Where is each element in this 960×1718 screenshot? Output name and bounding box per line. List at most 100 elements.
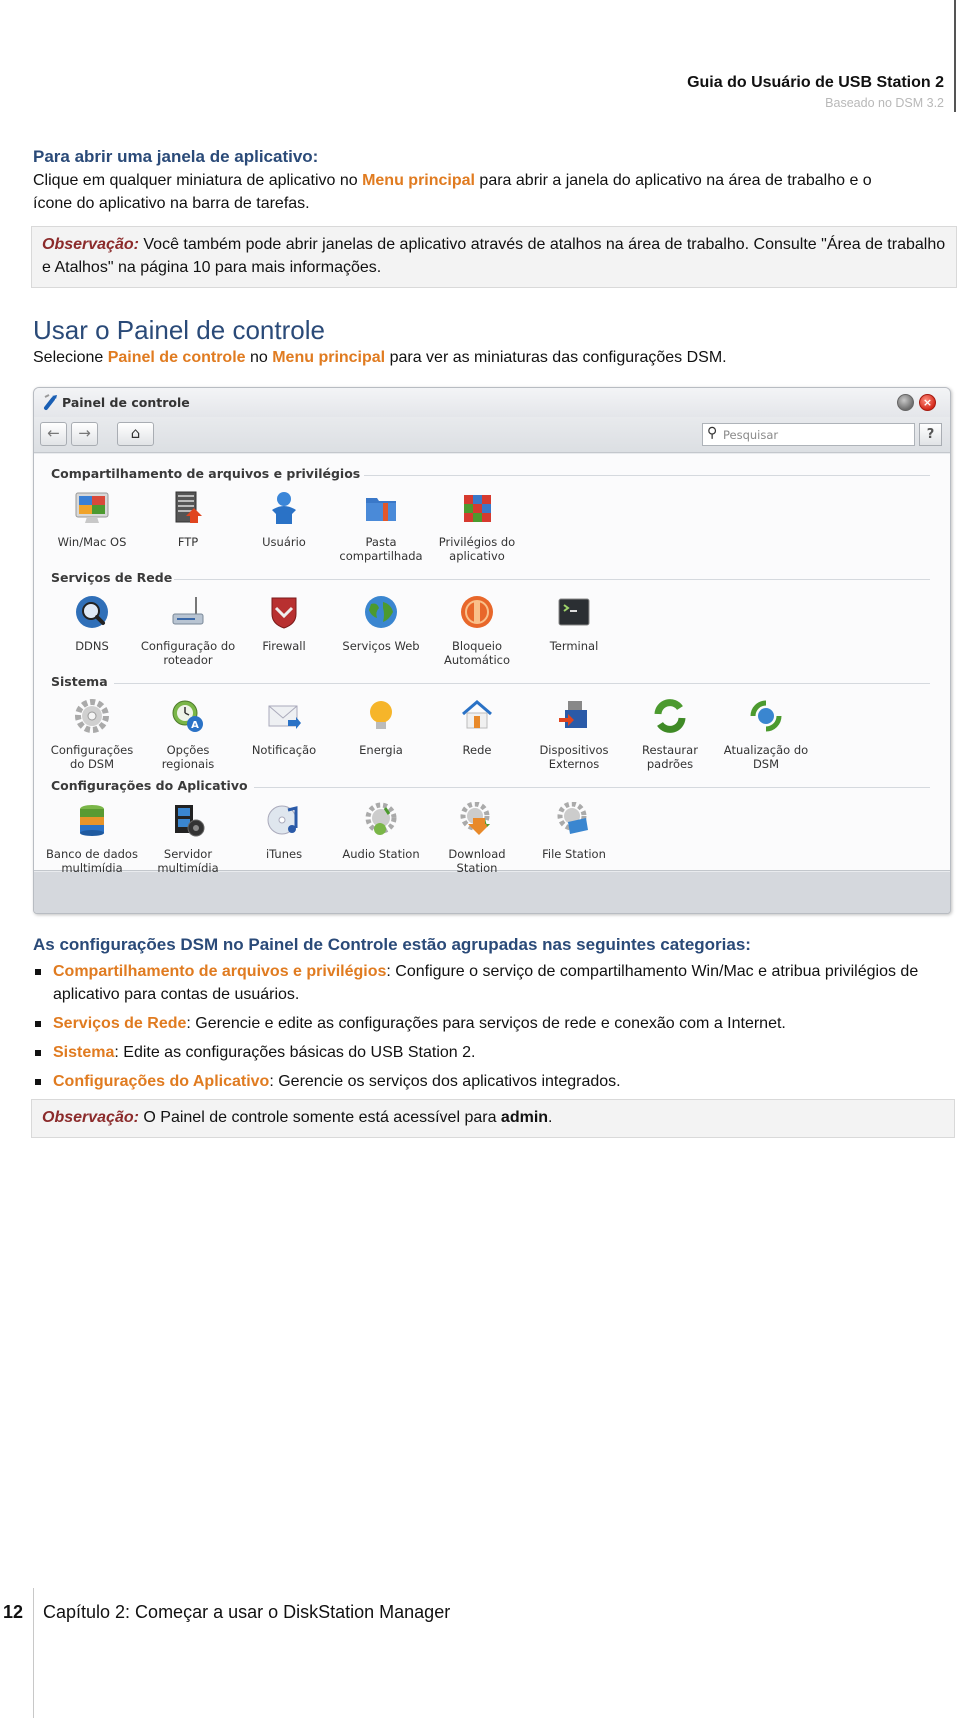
note-box-admin: Observação: O Painel de controle somente… (31, 1099, 955, 1138)
shared-folder-icon (366, 498, 396, 521)
category-title-sistema: Sistema (51, 674, 108, 689)
control-panel-heading: Usar o Painel de controle (33, 315, 325, 345)
terminal-icon (558, 598, 590, 626)
item-notificacao[interactable]: Notificação (234, 698, 334, 757)
item-label: Externos (548, 757, 600, 771)
item-file-station[interactable]: File Station (524, 801, 624, 861)
item-configuracao-do-roteador[interactable]: Configuração do roteador (138, 594, 238, 667)
item-servidor-multimidia[interactable]: Servidor multimídia (138, 802, 238, 875)
search-input[interactable] (723, 424, 911, 445)
item-label: Restaurar (642, 743, 698, 757)
item-label: Terminal (549, 639, 599, 653)
gear-icon (75, 699, 109, 733)
item-configuracoes-do-dsm[interactable]: Configurações do DSM (42, 698, 142, 771)
item-label: aplicativo (449, 549, 505, 563)
arrow-right-icon: → (78, 424, 91, 442)
text: Clique em qualquer miniatura de aplicati… (33, 172, 363, 189)
envelope-icon (268, 705, 301, 729)
item-rede[interactable]: Rede (427, 698, 527, 757)
item-label: Download (448, 847, 506, 861)
list-item: Serviços de Rede: Gerencie e edite as co… (33, 1012, 953, 1035)
forward-button[interactable]: → (71, 422, 98, 446)
database-icon (80, 805, 104, 836)
item-bloqueio-automatico[interactable]: Bloqueio Automático (427, 594, 527, 667)
itunes-icon (267, 805, 298, 835)
search-icon: ⚲ (707, 425, 718, 441)
item-servicos-web[interactable]: Serviços Web (331, 594, 431, 653)
item-label: do DSM (69, 757, 115, 771)
bullet-square-icon (35, 1079, 41, 1085)
highlight-menu-principal: Menu principal (272, 349, 386, 366)
item-label: Serviços Web (342, 639, 420, 653)
back-button[interactable]: ← (40, 422, 67, 446)
media-server-icon (175, 805, 205, 837)
item-label: Configuração do (140, 639, 236, 653)
item-opcoes-regionais[interactable]: A Opções regionais (138, 698, 238, 771)
text: para ver as miniaturas das configurações… (385, 349, 727, 366)
window-titlebar[interactable]: Painel de controle × (34, 388, 950, 417)
item-download-station[interactable]: Download Station (427, 801, 527, 875)
bullet-square-icon (35, 1050, 41, 1056)
note-label: Observação: (42, 1109, 139, 1126)
item-energia[interactable]: Energia (331, 698, 431, 757)
item-label: Energia (359, 743, 403, 757)
item-atualizacao-do-dsm[interactable]: Atualização do DSM (716, 698, 816, 771)
list-item-term: Sistema (53, 1044, 115, 1061)
list-item: Sistema: Edite as configurações básicas … (33, 1041, 953, 1064)
auto-block-icon (461, 596, 493, 628)
item-pasta-compartilhada[interactable]: Pasta compartilhada (331, 490, 431, 563)
item-privilegios-do-aplicativo[interactable]: Privilégios do aplicativo (427, 490, 527, 563)
categories-list: Compartilhamento de arquivos e privilégi… (33, 960, 953, 1093)
bullet-square-icon (35, 1021, 41, 1027)
text: Selecione (33, 349, 108, 366)
restore-arrows-icon (654, 699, 686, 733)
control-panel-logo-icon (44, 394, 57, 410)
categories-section: As configurações DSM no Painel de Contro… (31, 934, 955, 1138)
regional-clock-icon: A (172, 700, 203, 732)
search-field[interactable]: ⚲ (702, 423, 915, 446)
document-subtitle: Baseado no DSM 3.2 (825, 96, 944, 110)
item-restaurar-padroes[interactable]: Restaurar padrões (620, 698, 720, 771)
list-item-term: Configurações do Aplicativo (53, 1073, 270, 1090)
item-label: Bloqueio (451, 639, 502, 653)
minimize-button[interactable] (897, 394, 914, 411)
svg-text:A: A (191, 720, 199, 731)
item-itunes[interactable]: iTunes (234, 802, 334, 861)
item-label: Firewall (262, 639, 306, 653)
monitor-icon (75, 492, 109, 523)
item-audio-station[interactable]: Audio Station (331, 802, 431, 861)
chapter-title: Capítulo 2: Começar a usar o DiskStation… (43, 1602, 451, 1622)
item-label: iTunes (265, 847, 303, 861)
user-icon (272, 492, 296, 524)
item-label: DSM (752, 757, 780, 771)
note-bold-admin: admin (500, 1109, 549, 1126)
open-app-paragraph: Clique em qualquer miniatura de aplicati… (33, 169, 913, 215)
footer-divider (33, 1588, 34, 1718)
globe-icon (365, 596, 397, 628)
item-label: Automático (443, 653, 510, 667)
home-button[interactable]: ⌂ (117, 422, 154, 446)
item-label: compartilhada (339, 549, 423, 563)
item-dispositivos-externos[interactable]: Dispositivos Externos (524, 698, 624, 771)
category-divider (364, 475, 930, 476)
item-label: regionais (161, 757, 215, 771)
document-title: Guia do Usuário de USB Station 2 (687, 74, 944, 91)
control-panel-paragraph: Selecione Painel de controle no Menu pri… (33, 346, 938, 369)
help-button[interactable]: ? (919, 423, 942, 446)
item-ftp[interactable]: FTP (138, 490, 238, 549)
list-item: Compartilhamento de arquivos e privilégi… (33, 960, 953, 1006)
item-banco-de-dados-multimidia[interactable]: Banco de dados multimídia (42, 802, 142, 875)
list-item-term: Compartilhamento de arquivos e privilégi… (53, 963, 387, 980)
item-terminal[interactable]: Terminal (524, 594, 624, 653)
list-item-text: : Gerencie os serviços dos aplicativos i… (269, 1073, 621, 1090)
item-win-mac-os[interactable]: Win/Mac OS (42, 490, 142, 549)
item-firewall[interactable]: Firewall (234, 594, 334, 653)
close-button[interactable]: × (919, 394, 936, 411)
note-box-shortcuts: Observação: Você também pode abrir janel… (31, 226, 957, 288)
page-edge-rule (954, 0, 956, 112)
item-ddns[interactable]: DDNS (42, 594, 142, 653)
item-label: Pasta (365, 535, 397, 549)
item-usuario[interactable]: Usuário (234, 490, 334, 549)
house-network-icon (462, 700, 492, 729)
item-label: padrões (646, 757, 694, 771)
